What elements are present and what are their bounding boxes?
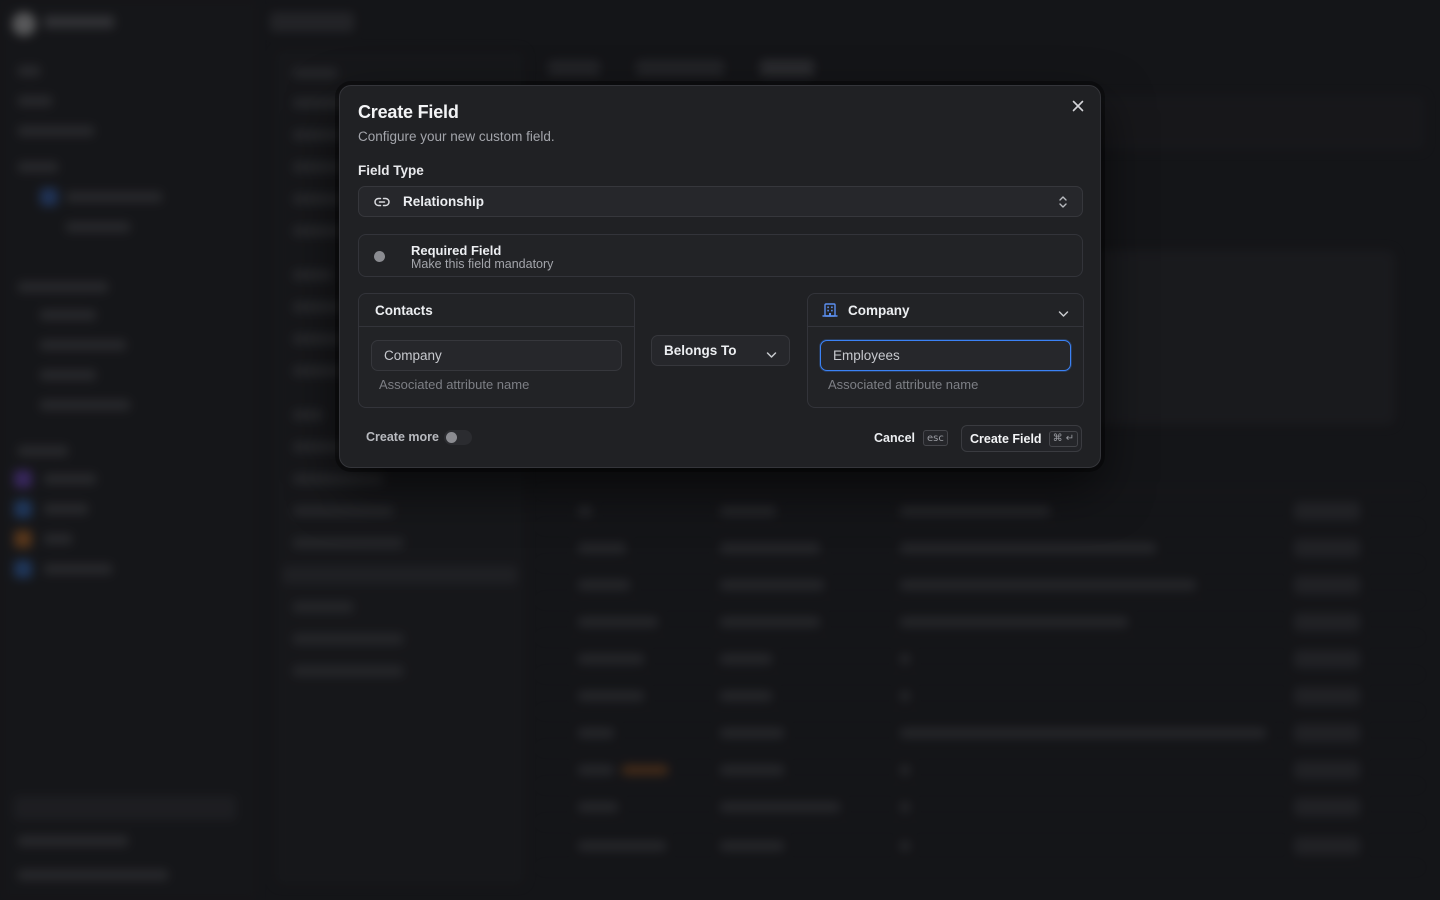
required-field-subtitle: Make this field mandatory	[411, 257, 554, 271]
required-field-title: Required Field	[411, 243, 502, 258]
relation-type-select[interactable]: Belongs To	[651, 335, 790, 366]
source-entity-name: Contacts	[375, 302, 433, 318]
create-field-dialog: Create Field Configure your new custom f…	[339, 85, 1101, 468]
required-field-option[interactable]: Required Field Make this field mandatory	[358, 234, 1083, 277]
cancel-shortcut: esc	[923, 430, 948, 446]
target-entity-card: Company Associated attribute name	[807, 293, 1084, 408]
required-field-toggle[interactable]	[374, 251, 385, 262]
building-icon	[822, 302, 838, 318]
link-icon	[374, 193, 392, 211]
target-attribute-input[interactable]	[820, 340, 1071, 371]
relation-type-value: Belongs To	[664, 343, 737, 358]
cancel-label: Cancel	[874, 431, 915, 445]
dialog-subtitle: Configure your new custom field.	[358, 129, 555, 144]
source-attribute-input[interactable]	[371, 340, 622, 371]
close-button[interactable]	[1068, 96, 1088, 116]
target-entity-name: Company	[848, 302, 910, 318]
create-field-button[interactable]: Create Field ⌘ ↵	[961, 425, 1082, 452]
source-attribute-hint: Associated attribute name	[379, 377, 530, 392]
create-more-toggle[interactable]	[444, 430, 472, 445]
source-entity-header: Contacts	[359, 294, 634, 327]
cancel-button[interactable]: Cancel esc	[874, 427, 948, 449]
create-field-label: Create Field	[970, 431, 1042, 446]
chevron-down-icon	[1058, 305, 1069, 323]
create-field-shortcut: ⌘ ↵	[1048, 430, 1079, 447]
source-entity-card: Contacts Associated attribute name	[358, 293, 635, 408]
dialog-title: Create Field	[358, 102, 459, 122]
target-entity-select[interactable]: Company	[808, 294, 1083, 327]
toggle-knob	[446, 432, 457, 443]
close-icon	[1072, 100, 1084, 112]
field-type-value: Relationship	[403, 194, 485, 209]
chevron-updown-icon	[1058, 194, 1068, 215]
chevron-down-icon	[766, 346, 777, 364]
field-type-select[interactable]: Relationship	[358, 186, 1083, 217]
field-type-label: Field Type	[358, 163, 424, 178]
create-more-label: Create more	[366, 430, 439, 444]
target-attribute-hint: Associated attribute name	[828, 377, 979, 392]
